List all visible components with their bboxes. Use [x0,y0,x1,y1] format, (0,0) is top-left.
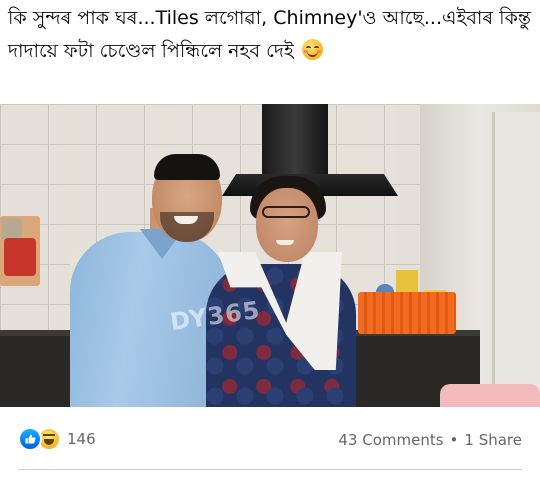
reactions-summary[interactable]: 146 [18,427,96,451]
door [492,112,540,407]
pink-tub [440,384,540,407]
post-text-body: কি সুন্দৰ পাক ঘৰ...Tiles লগোৱা, Chimney'… [8,7,531,62]
reaction-count: 146 [67,430,96,448]
stats-separator: • [449,431,459,449]
like-icon [18,427,42,451]
orange-basket [358,292,456,334]
eyeglasses [262,206,310,218]
post-stats: 43 Comments • 1 Share [338,431,522,449]
post-text: কি সুন্দৰ পাক ঘৰ...Tiles লগোৱা, Chimney'… [8,2,536,68]
man-hair [154,154,220,180]
chimney-pipe [262,104,328,176]
post-photo[interactable]: DY365 [0,104,540,407]
divider [18,469,522,470]
comments-count-link[interactable]: 43 Comments [338,431,443,449]
red-container [4,238,36,276]
shares-count-link[interactable]: 1 Share [464,431,522,449]
woman-face [256,188,318,262]
woman-smile [276,240,294,245]
smiling-blushing-emoji-icon [301,39,323,60]
